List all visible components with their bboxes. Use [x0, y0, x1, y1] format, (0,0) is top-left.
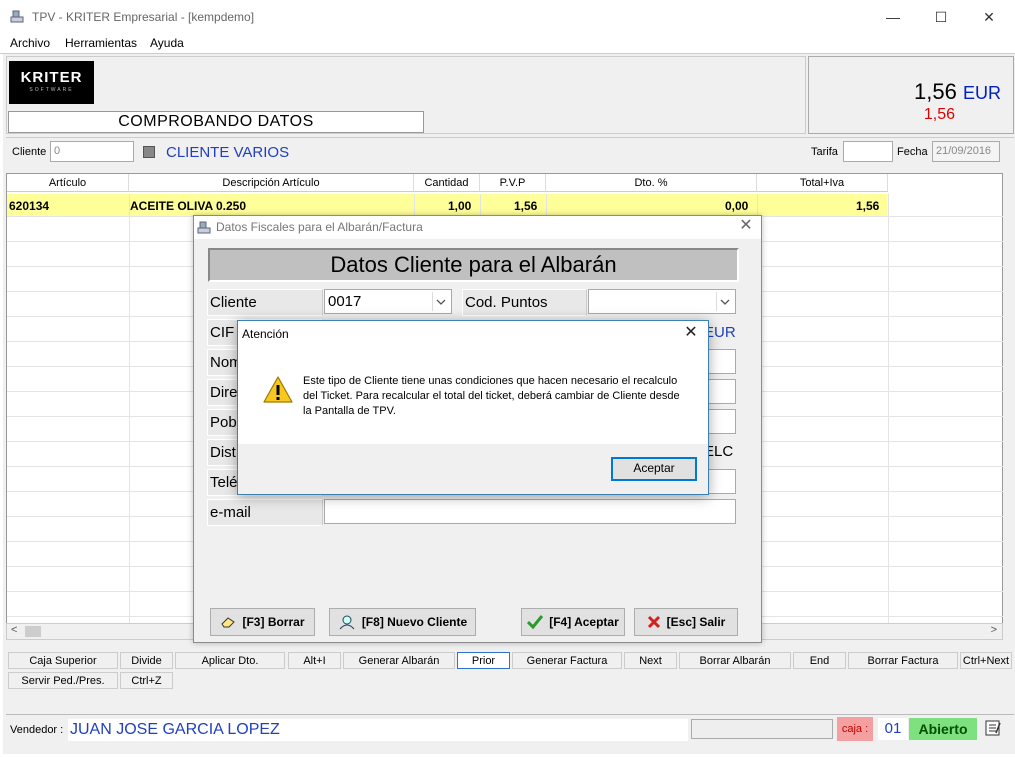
cliente-select[interactable]: 0017: [324, 289, 452, 314]
cancel-icon: [647, 615, 660, 629]
nuevo-cliente-label: [F8] Nuevo Cliente: [361, 615, 468, 629]
alert-close-icon[interactable]: ✕: [683, 325, 699, 341]
label-cod-puntos: Cod. Puntos: [462, 289, 587, 316]
borrar-button[interactable]: [F3] Borrar: [210, 608, 315, 636]
fecha-label: Fecha: [897, 146, 928, 158]
check-icon: [527, 615, 544, 629]
maximize-icon: ☐: [934, 8, 948, 25]
cod-puntos-select[interactable]: [588, 289, 736, 314]
ctrl-z-button[interactable]: Ctrl+Z: [120, 672, 173, 689]
caja-label: caja :: [837, 717, 873, 741]
borrar-albaran-button[interactable]: Borrar Albarán: [679, 652, 791, 669]
alert-message: Este tipo de Cliente tiene unas condicio…: [303, 375, 680, 417]
total-amount: 1,56 EUR: [914, 79, 1001, 105]
logo-subtext: SOFTWARE: [29, 87, 74, 93]
notepad-icon[interactable]: [984, 719, 1002, 737]
cliente-input[interactable]: 0: [50, 141, 134, 162]
total-secondary: 1,56: [923, 106, 955, 123]
label-email: e-mail: [207, 499, 323, 526]
chevron-down-icon[interactable]: [432, 292, 449, 311]
col-header-cantidad[interactable]: Cantidad: [414, 174, 480, 192]
cell-pvp: 1,56: [514, 199, 538, 213]
next-button[interactable]: Next: [624, 652, 677, 669]
col-header-total[interactable]: Total+Iva: [757, 174, 888, 192]
caja-number: 01: [878, 718, 908, 740]
cell-descripcion: ACEITE OLIVA 0.250: [130, 199, 247, 213]
chevron-down-icon[interactable]: [716, 292, 733, 311]
caja-info-field: [691, 719, 833, 739]
prior-button[interactable]: Prior: [457, 652, 510, 669]
logo-text: KRITER: [20, 69, 83, 86]
total-value: 1,56: [914, 79, 957, 104]
vendedor-name: JUAN JOSE GARCIA LOPEZ: [68, 719, 688, 741]
maximize-button[interactable]: ☐: [918, 0, 964, 34]
cell-total: 1,56: [856, 199, 880, 213]
estado-badge: Abierto: [909, 718, 977, 740]
kriter-logo: KRITER SOFTWARE: [9, 61, 94, 104]
col-header-descripcion[interactable]: Descripción Artículo: [129, 174, 414, 192]
cliente-label: Cliente: [12, 146, 47, 158]
total-currency: EUR: [962, 83, 1001, 103]
alt-i-button[interactable]: Alt+I: [288, 652, 341, 669]
col-header-pvp[interactable]: P.V.P: [480, 174, 546, 192]
window-titlebar: TPV - KRITER Empresarial - [kempdemo]: [0, 0, 1015, 34]
alert-title: Atención: [242, 327, 289, 341]
col-header-dto[interactable]: Dto. %: [546, 174, 757, 192]
menu-herramientas[interactable]: Herramientas: [65, 36, 137, 50]
cliente-select-value: 0017: [328, 293, 362, 310]
aceptar-label: [F4] Aceptar: [549, 615, 619, 629]
borrar-factura-button[interactable]: Borrar Factura: [848, 652, 958, 669]
alert-ok-button[interactable]: Aceptar: [611, 457, 697, 481]
dialog-heading: Datos Cliente para el Albarán: [208, 248, 739, 282]
divide-button[interactable]: Divide: [120, 652, 173, 669]
tarifa-label: Tarifa: [811, 146, 838, 158]
warning-icon: [263, 376, 293, 403]
tarifa-input[interactable]: [843, 141, 893, 162]
borrar-label: [F3] Borrar: [242, 615, 305, 629]
scroll-left-icon[interactable]: <: [11, 624, 17, 636]
servir-pedido-button[interactable]: Servir Ped./Pres.: [8, 672, 118, 689]
dialog-app-icon: [197, 221, 211, 234]
aplicar-dto-button[interactable]: Aplicar Dto.: [175, 652, 285, 669]
generar-factura-button[interactable]: Generar Factura: [512, 652, 622, 669]
label-cliente: Cliente: [207, 289, 323, 316]
dialog-close-icon[interactable]: ✕: [738, 218, 754, 234]
close-icon: ✕: [983, 8, 995, 25]
generar-albaran-button[interactable]: Generar Albarán: [343, 652, 455, 669]
ctrl-next-button[interactable]: Ctrl+Next: [960, 652, 1012, 669]
grid-col-line: [888, 194, 889, 624]
eraser-icon: [221, 617, 236, 628]
fecha-input[interactable]: 21/09/2016: [932, 141, 1000, 162]
vendedor-label: Vendedor :: [10, 724, 64, 736]
cell-cantidad: 1,00: [448, 199, 472, 213]
close-button[interactable]: ✕: [966, 0, 1012, 34]
menu-bar: Archivo Herramientas Ayuda: [0, 34, 1015, 54]
window-title: TPV - KRITER Empresarial - [kempdemo]: [32, 10, 255, 24]
minimize-icon: —: [886, 9, 900, 25]
scroll-thumb[interactable]: [25, 626, 41, 637]
grid-col-line: [129, 194, 130, 624]
status-message: COMPROBANDO DATOS: [8, 111, 424, 133]
email-input[interactable]: [324, 499, 736, 524]
menu-archivo[interactable]: Archivo: [10, 36, 50, 50]
salir-label: [Esc] Salir: [666, 615, 726, 629]
minimize-button[interactable]: —: [870, 0, 916, 34]
col-header-articulo[interactable]: Artículo: [7, 174, 129, 192]
dialog-title: Datos Fiscales para el Albarán/Factura: [216, 220, 423, 234]
new-client-icon: [339, 615, 355, 630]
app-icon: [10, 10, 24, 23]
caja-superior-button[interactable]: Caja Superior: [8, 652, 118, 669]
nuevo-cliente-button[interactable]: [F8] Nuevo Cliente: [329, 608, 476, 636]
cell-dto: 0,00: [725, 199, 749, 213]
cell-articulo: 620134: [9, 199, 50, 213]
end-button[interactable]: End: [793, 652, 846, 669]
aceptar-button[interactable]: [F4] Aceptar: [521, 608, 625, 636]
menu-ayuda[interactable]: Ayuda: [150, 36, 184, 50]
cliente-varios-label: CLIENTE VARIOS: [166, 144, 290, 161]
salir-button[interactable]: [Esc] Salir: [634, 608, 738, 636]
scroll-right-icon[interactable]: >: [991, 624, 997, 636]
cliente-varios-checkbox[interactable]: [143, 146, 155, 158]
